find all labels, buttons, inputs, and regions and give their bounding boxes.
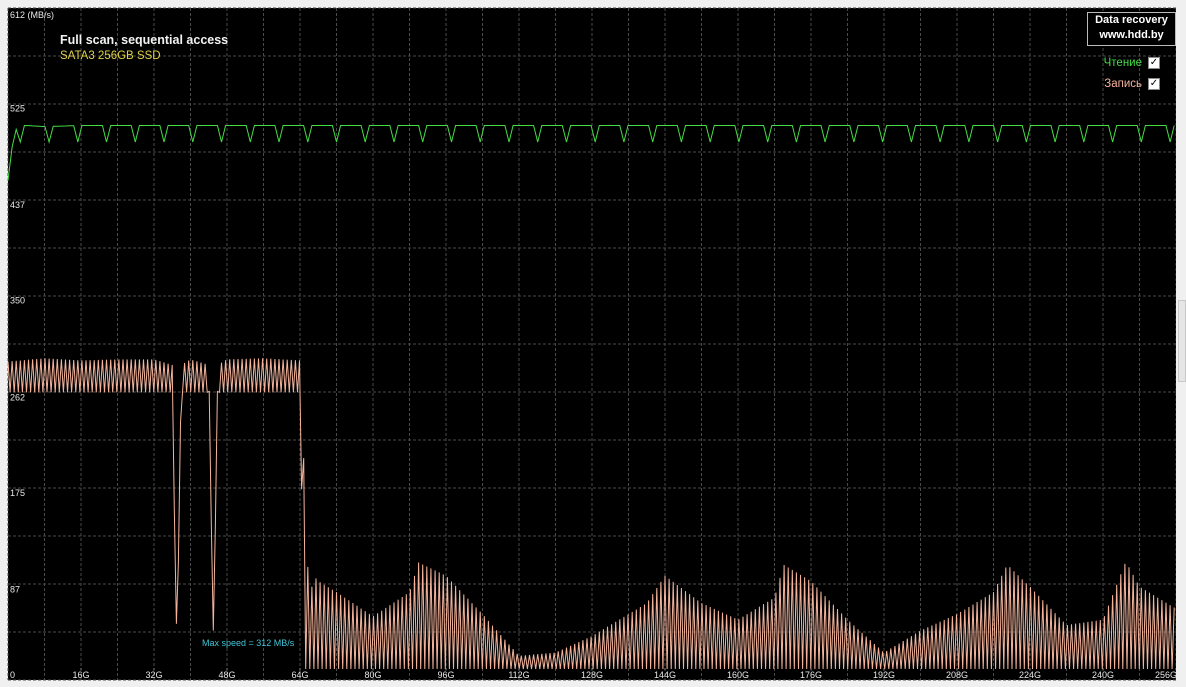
window-frame: 612 (MB/s) 525 437 350 262 175 87 0 16G 32G 48G 64G… [0, 0, 1186, 687]
x-tick-label: 80G [364, 670, 381, 680]
y-tick-label: 525 [10, 104, 25, 114]
x-tick-label: 176G [800, 670, 822, 680]
y-tick-label: 87 [10, 584, 20, 594]
x-tick-label: 32G [145, 670, 162, 680]
x-tick-label: 160G [727, 670, 749, 680]
brand-logo: Data recovery www.hdd.by [1087, 12, 1176, 46]
x-tick-label: 144G [654, 670, 676, 680]
y-tick-label: 0 [10, 670, 15, 680]
chart-subtitle: SATA3 256GB SSD [60, 50, 161, 62]
y-tick-label: 175 [10, 488, 25, 498]
x-tick-label: 208G [946, 670, 968, 680]
legend-write-label: Запись [1104, 78, 1142, 90]
x-tick-label: 16G [72, 670, 89, 680]
x-tick-label: 112G [508, 670, 529, 680]
legend-read-label: Чтение [1103, 57, 1142, 69]
y-tick-label: 350 [10, 296, 25, 306]
x-tick-label: 224G [1019, 670, 1041, 680]
x-tick-label: 48G [218, 670, 235, 680]
x-tick-label: 128G [581, 670, 603, 680]
legend-write-checkbox[interactable]: ✓ [1148, 78, 1160, 90]
x-tick-label: 64G [291, 670, 308, 680]
chart: 612 (MB/s) 525 437 350 262 175 87 0 16G 32G 48G 64G… [7, 7, 1176, 681]
x-tick-label: 96G [437, 670, 454, 680]
y-axis-unit-label: 612 (MB/s) [10, 10, 54, 20]
max-speed-annotation: Max speed = 312 MB/s [202, 638, 295, 648]
brand-line-2: www.hdd.by [1099, 29, 1164, 41]
y-tick-label: 262 [10, 392, 25, 402]
vertical-scrollbar[interactable] [1176, 0, 1186, 687]
legend-write[interactable]: Запись ✓ [1104, 78, 1160, 90]
scrollbar-thumb[interactable] [1178, 300, 1186, 382]
x-tick-label: 192G [873, 670, 895, 680]
chart-title: Full scan, sequential access [60, 33, 229, 47]
x-tick-label: 240G [1092, 670, 1114, 680]
x-tick-label: 256G [1155, 670, 1176, 680]
brand-line-1: Data recovery [1095, 14, 1168, 26]
legend-read[interactable]: Чтение ✓ [1104, 57, 1160, 69]
y-tick-label: 437 [10, 200, 25, 210]
legend-read-checkbox[interactable]: ✓ [1148, 57, 1160, 69]
